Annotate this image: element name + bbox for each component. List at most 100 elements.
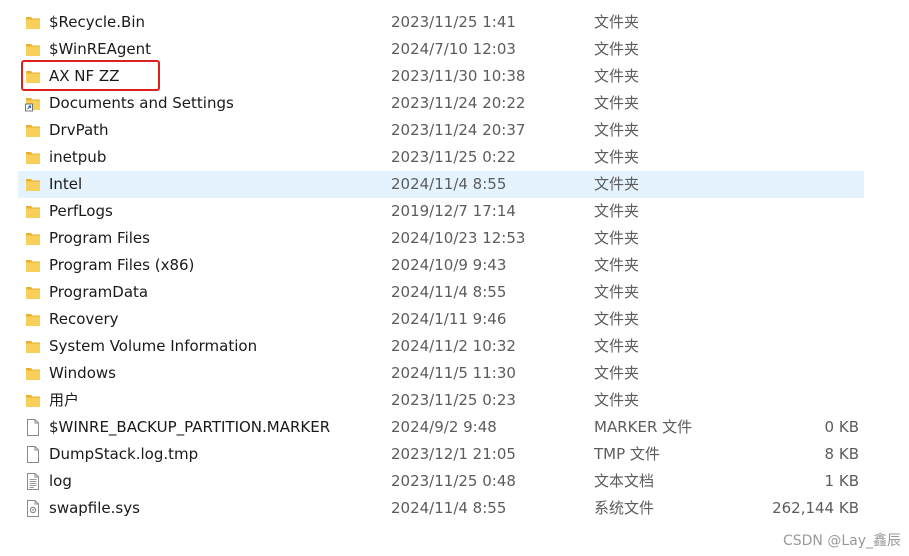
folder-icon <box>25 203 41 220</box>
file-row[interactable]: DrvPath 2023/11/24 20:37 文件夹 <box>18 117 864 144</box>
file-row[interactable]: $WinREAgent 2024/7/10 12:03 文件夹 <box>18 36 864 63</box>
file-row[interactable]: Documents and Settings 2023/11/24 20:22 … <box>18 90 864 117</box>
file-type: 文件夹 <box>594 364 640 382</box>
folder-icon <box>25 365 41 382</box>
file-row[interactable]: log 2023/11/25 0:48 文本文档 1 KB <box>18 468 864 495</box>
file-type: 文件夹 <box>594 391 640 409</box>
file-row[interactable]: DumpStack.log.tmp 2023/12/1 21:05 TMP 文件… <box>18 441 864 468</box>
file-name: inetpub <box>49 148 107 166</box>
file-date-modified: 2024/11/4 8:55 <box>391 283 507 301</box>
folder-icon <box>25 392 41 409</box>
file-date-modified: 2023/11/24 20:37 <box>391 121 526 139</box>
folder-icon <box>25 338 41 355</box>
file-row[interactable]: System Volume Information 2024/11/2 10:3… <box>18 333 864 360</box>
file-date-modified: 2019/12/7 17:14 <box>391 202 516 220</box>
file-type: 文本文档 <box>594 472 655 490</box>
file-date-modified: 2023/11/25 0:48 <box>391 472 516 490</box>
file-name: DumpStack.log.tmp <box>49 445 199 463</box>
file-name: Documents and Settings <box>49 94 234 112</box>
file-date-modified: 2023/11/25 1:41 <box>391 13 516 31</box>
file-date-modified: 2024/10/23 12:53 <box>391 229 526 247</box>
folder-icon <box>25 122 41 139</box>
file-row[interactable]: Intel 2024/11/4 8:55 文件夹 <box>18 171 864 198</box>
file-name: System Volume Information <box>49 337 258 355</box>
file-type: 文件夹 <box>594 283 640 301</box>
file-size: 0 KB <box>824 418 859 436</box>
file-row[interactable]: Program Files (x86) 2024/10/9 9:43 文件夹 <box>18 252 864 279</box>
file-name: 用户 <box>49 391 80 409</box>
file-type: 文件夹 <box>594 337 640 355</box>
file-type: 系统文件 <box>594 499 655 517</box>
file-type: 文件夹 <box>594 94 640 112</box>
file-type: 文件夹 <box>594 175 640 193</box>
file-size: 1 KB <box>824 472 859 490</box>
file-row[interactable]: Recovery 2024/1/11 9:46 文件夹 <box>18 306 864 333</box>
file-type: 文件夹 <box>594 256 640 274</box>
folder-icon <box>25 284 41 301</box>
file-type: 文件夹 <box>594 310 640 328</box>
file-name: swapfile.sys <box>49 499 140 517</box>
file-type: 文件夹 <box>594 13 640 31</box>
file-row[interactable]: ProgramData 2024/11/4 8:55 文件夹 <box>18 279 864 306</box>
file-type: TMP 文件 <box>594 445 660 463</box>
file-name: $WinREAgent <box>49 40 152 58</box>
blank-file-icon <box>25 446 41 463</box>
file-date-modified: 2023/12/1 21:05 <box>391 445 516 463</box>
folder-icon <box>25 257 41 274</box>
system-file-icon <box>25 500 41 517</box>
file-row[interactable]: AX NF ZZ 2023/11/30 10:38 文件夹 <box>18 63 864 90</box>
file-name: log <box>49 472 72 490</box>
folder-icon <box>25 68 41 85</box>
file-row[interactable]: inetpub 2023/11/25 0:22 文件夹 <box>18 144 864 171</box>
file-date-modified: 2023/11/24 20:22 <box>391 94 526 112</box>
file-date-modified: 2024/1/11 9:46 <box>391 310 507 328</box>
file-type: 文件夹 <box>594 148 640 166</box>
file-date-modified: 2023/11/25 0:23 <box>391 391 516 409</box>
file-name: $Recycle.Bin <box>49 13 146 31</box>
file-name: ProgramData <box>49 283 149 301</box>
file-row[interactable]: 用户 2023/11/25 0:23 文件夹 <box>18 387 864 414</box>
folder-icon <box>25 311 41 328</box>
file-date-modified: 2023/11/30 10:38 <box>391 67 526 85</box>
file-name: Windows <box>49 364 116 382</box>
file-type: 文件夹 <box>594 40 640 58</box>
file-type: 文件夹 <box>594 202 640 220</box>
file-row[interactable]: $WINRE_BACKUP_PARTITION.MARKER 2024/9/2 … <box>18 414 864 441</box>
file-date-modified: 2024/7/10 12:03 <box>391 40 516 58</box>
file-date-modified: 2024/11/4 8:55 <box>391 175 507 193</box>
folder-shortcut-icon <box>25 95 41 112</box>
file-row[interactable]: Program Files 2024/10/23 12:53 文件夹 <box>18 225 864 252</box>
file-name: Program Files (x86) <box>49 256 195 274</box>
file-row[interactable]: $Recycle.Bin 2023/11/25 1:41 文件夹 <box>18 9 864 36</box>
file-date-modified: 2024/11/5 11:30 <box>391 364 516 382</box>
file-name: DrvPath <box>49 121 109 139</box>
file-name: Recovery <box>49 310 119 328</box>
file-type: 文件夹 <box>594 67 640 85</box>
file-name: Intel <box>49 175 83 193</box>
file-name: $WINRE_BACKUP_PARTITION.MARKER <box>49 418 331 436</box>
file-date-modified: 2024/9/2 9:48 <box>391 418 497 436</box>
folder-icon <box>25 14 41 31</box>
watermark: CSDN @Lay_鑫辰 <box>782 533 901 549</box>
folder-icon <box>25 230 41 247</box>
folder-icon <box>25 176 41 193</box>
file-date-modified: 2024/10/9 9:43 <box>391 256 507 274</box>
file-name: PerfLogs <box>49 202 113 220</box>
file-type: 文件夹 <box>594 121 640 139</box>
file-size: 262,144 KB <box>772 499 859 517</box>
file-row[interactable]: Windows 2024/11/5 11:30 文件夹 <box>18 360 864 387</box>
file-type: 文件夹 <box>594 229 640 247</box>
file-name: Program Files <box>49 229 150 247</box>
file-name: AX NF ZZ <box>49 67 120 85</box>
file-size: 8 KB <box>824 445 859 463</box>
text-file-icon <box>25 473 41 490</box>
folder-icon <box>25 41 41 58</box>
file-row[interactable]: PerfLogs 2019/12/7 17:14 文件夹 <box>18 198 864 225</box>
file-type: MARKER 文件 <box>594 418 693 436</box>
file-row[interactable]: swapfile.sys 2024/11/4 8:55 系统文件 262,144… <box>18 495 864 522</box>
file-date-modified: 2024/11/2 10:32 <box>391 337 516 355</box>
file-date-modified: 2023/11/25 0:22 <box>391 148 516 166</box>
file-date-modified: 2024/11/4 8:55 <box>391 499 507 517</box>
blank-file-icon <box>25 419 41 436</box>
folder-icon <box>25 149 41 166</box>
